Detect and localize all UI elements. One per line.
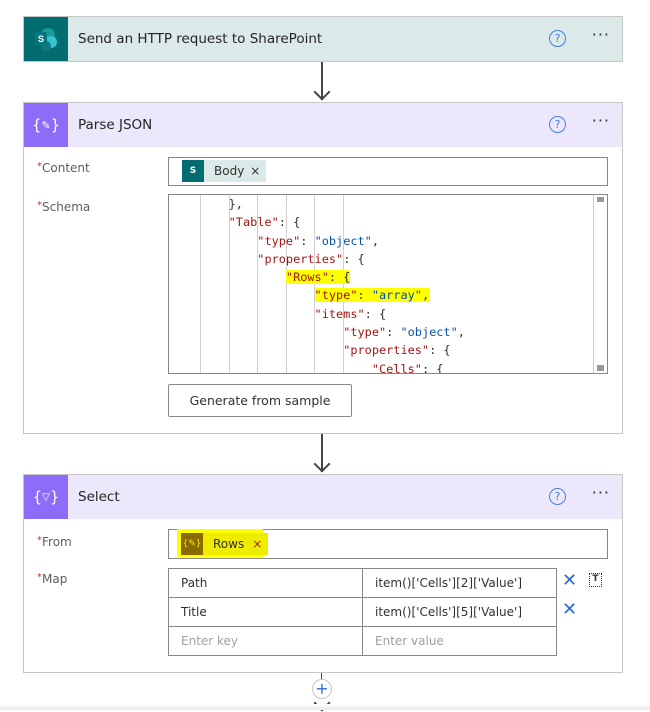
schema-label: *Schema [37, 200, 91, 214]
map-key-input[interactable]: Path [168, 568, 363, 598]
schema-editor[interactable]: }, "Table": { "type": "object", "propert… [168, 194, 608, 374]
code-line: "Table": { [228, 215, 301, 230]
code-line: "type": "object", [343, 325, 465, 340]
token-label: Rows [213, 537, 245, 551]
action-card-select: {▽} Select ? ··· *From {✎} Rows × *Map P… [23, 474, 623, 673]
from-label: *From [37, 535, 72, 549]
generate-from-sample-button[interactable]: Generate from sample [168, 384, 352, 417]
code-line: "properties": { [257, 251, 365, 266]
arrow-head [313, 83, 331, 101]
action-card-sharepoint: S Send an HTTP request to SharePoint ? ·… [23, 16, 623, 62]
map-key-input-empty[interactable]: Enter key [168, 626, 363, 656]
action-title: Parse JSON [78, 117, 153, 133]
help-icon[interactable]: ? [549, 488, 566, 505]
remove-token-icon[interactable]: × [250, 164, 260, 178]
delete-row-icon[interactable]: ✕ [562, 601, 577, 619]
parse-json-icon: {✎} [24, 103, 68, 147]
help-icon[interactable]: ? [549, 30, 566, 47]
content-input[interactable]: S Body × [168, 157, 608, 186]
code-line: "type": "object", [257, 233, 380, 248]
scrollbar[interactable] [593, 195, 607, 373]
action-header[interactable]: {▽} Select ? ··· [24, 475, 622, 519]
code-line: "Cells": { [371, 361, 444, 374]
map-label: *Map [37, 572, 68, 586]
sharepoint-icon: S [182, 160, 204, 182]
help-icon[interactable]: ? [549, 116, 566, 133]
schema-code[interactable]: }, "Table": { "type": "object", "propert… [200, 195, 465, 374]
more-options-icon[interactable]: ··· [592, 25, 610, 44]
map-value-input[interactable]: item()['Cells'][5]['Value'] [362, 597, 557, 627]
code-line: "items": { [314, 306, 387, 321]
code-line: "properties": { [343, 343, 451, 358]
more-options-icon[interactable]: ··· [592, 111, 610, 130]
body-token[interactable]: S Body × [182, 160, 267, 182]
action-header[interactable]: S Send an HTTP request to SharePoint ? ·… [24, 17, 622, 61]
token-label: Body [214, 164, 245, 178]
svg-text:S: S [38, 34, 44, 44]
switch-to-text-mode-icon[interactable]: T [589, 573, 602, 587]
parse-json-icon: {✎} [181, 533, 203, 555]
rows-token[interactable]: {✎} Rows × [181, 533, 269, 555]
action-header[interactable]: {✎} Parse JSON ? ··· [24, 103, 622, 147]
select-icon: {▽} [24, 475, 68, 519]
content-label: *Content [37, 161, 90, 175]
code-line: "Rows": { [285, 270, 351, 285]
more-options-icon[interactable]: ··· [592, 483, 610, 502]
from-input[interactable]: {✎} Rows × [168, 529, 608, 559]
action-title: Send an HTTP request to SharePoint [78, 31, 323, 47]
sharepoint-icon: S [24, 17, 68, 61]
code-line: }, [228, 197, 243, 211]
map-value-input[interactable]: item()['Cells'][2]['Value'] [362, 568, 557, 598]
action-card-parse-json: {✎} Parse JSON ? ··· *Content S Body × *… [23, 102, 623, 434]
arrow-head [313, 455, 331, 473]
code-line: "type": "array", [314, 288, 430, 303]
map-value-input-empty[interactable]: Enter value [362, 626, 557, 656]
remove-token-icon[interactable]: × [252, 537, 262, 551]
action-title: Select [78, 489, 120, 505]
delete-row-icon[interactable]: ✕ [562, 572, 577, 590]
map-key-input[interactable]: Title [168, 597, 363, 627]
